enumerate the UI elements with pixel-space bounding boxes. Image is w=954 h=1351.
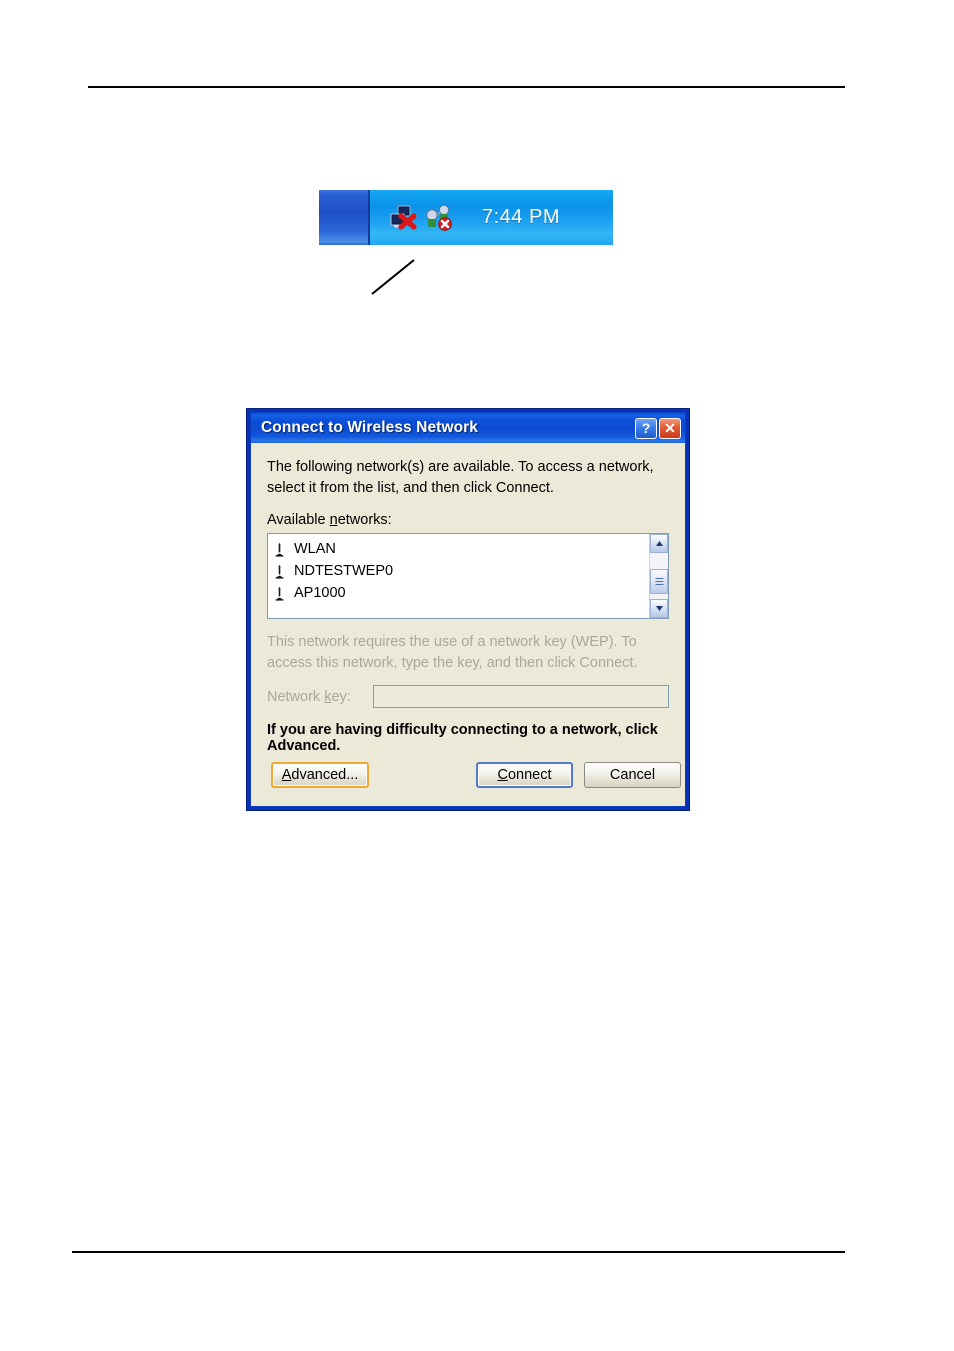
network-ssid: WLAN [294,541,336,558]
available-networks-label-pre: Available [267,512,330,529]
advanced-button-accesskey: A [281,767,292,784]
connect-button-accesskey: C [497,767,508,784]
notification-area-inner: 7:44 PM [370,203,560,232]
connect-to-wireless-network-dialog: Connect to Wireless Network ? ✕ The foll… [246,408,690,811]
cancel-button-label: Cancel [609,767,656,784]
advanced-button-label: dvanced... [291,767,359,784]
titlebar-button-group: ? ✕ [635,417,681,439]
cancel-button[interactable]: Cancel [584,762,681,789]
list-item[interactable]: WLAN [274,538,649,560]
available-networks-label-post: etworks: [337,512,392,529]
scrollbar-track[interactable] [650,553,668,600]
network-list[interactable]: WLAN NDTESTWEP0 AP1000 [268,534,649,618]
scroll-down-icon[interactable] [650,599,668,619]
wep-notice-text: This network requires the use of a netwo… [267,634,638,671]
advanced-hint-text: If you are having difficulty connecting … [267,722,658,755]
connect-button[interactable]: Connect [476,762,573,789]
connect-button-label: onnect [507,767,552,784]
notification-area: 7:44 PM [370,190,613,245]
dialog-title: Connect to Wireless Network [261,419,479,436]
dialog-button-row: Advanced... Connect Cancel [251,754,685,806]
list-item[interactable]: AP1000 [274,582,649,604]
wireless-network-disabled-icon[interactable] [424,203,453,232]
dialog-body: The following network(s) are available. … [251,443,685,754]
dialog-instruction-text: The following network(s) are available. … [267,459,654,496]
access-point-icon [275,564,284,579]
listbox-scrollbar[interactable] [649,534,668,619]
network-key-input[interactable] [373,685,669,709]
network-disconnected-icon[interactable] [388,203,417,232]
advanced-button[interactable]: Advanced... [271,762,369,789]
page-footer-rule [72,1251,845,1253]
network-ssid: NDTESTWEP0 [294,563,394,580]
scroll-up-icon[interactable] [650,534,668,554]
help-icon[interactable]: ? [635,417,657,439]
available-networks-label-accesskey: n [329,512,338,529]
dialog-titlebar[interactable]: Connect to Wireless Network ? ✕ [251,413,685,443]
available-networks-listbox[interactable]: WLAN NDTESTWEP0 AP1000 [267,533,669,620]
scrollbar-thumb[interactable] [650,569,668,595]
windows-taskbar: 7:44 PM [319,190,613,245]
network-key-row: Network key: [267,685,669,709]
page-header-rule [88,86,845,88]
network-key-label: Network key: [267,689,373,705]
dialog-frame: Connect to Wireless Network ? ✕ The foll… [250,412,686,807]
available-networks-label: Available networks: [267,512,669,528]
close-icon[interactable]: ✕ [659,417,681,439]
leader-line-pointer [371,259,415,295]
network-key-label-pre: Network [267,688,325,705]
access-point-icon [275,586,284,601]
list-item[interactable]: NDTESTWEP0 [274,560,649,582]
taskbar-body [319,190,368,245]
taskbar-clock[interactable]: 7:44 PM [482,206,560,229]
scrollbar-grip-icon [655,578,663,586]
access-point-icon [275,542,284,557]
network-ssid: AP1000 [294,585,346,602]
network-key-label-post: ey: [331,688,351,705]
